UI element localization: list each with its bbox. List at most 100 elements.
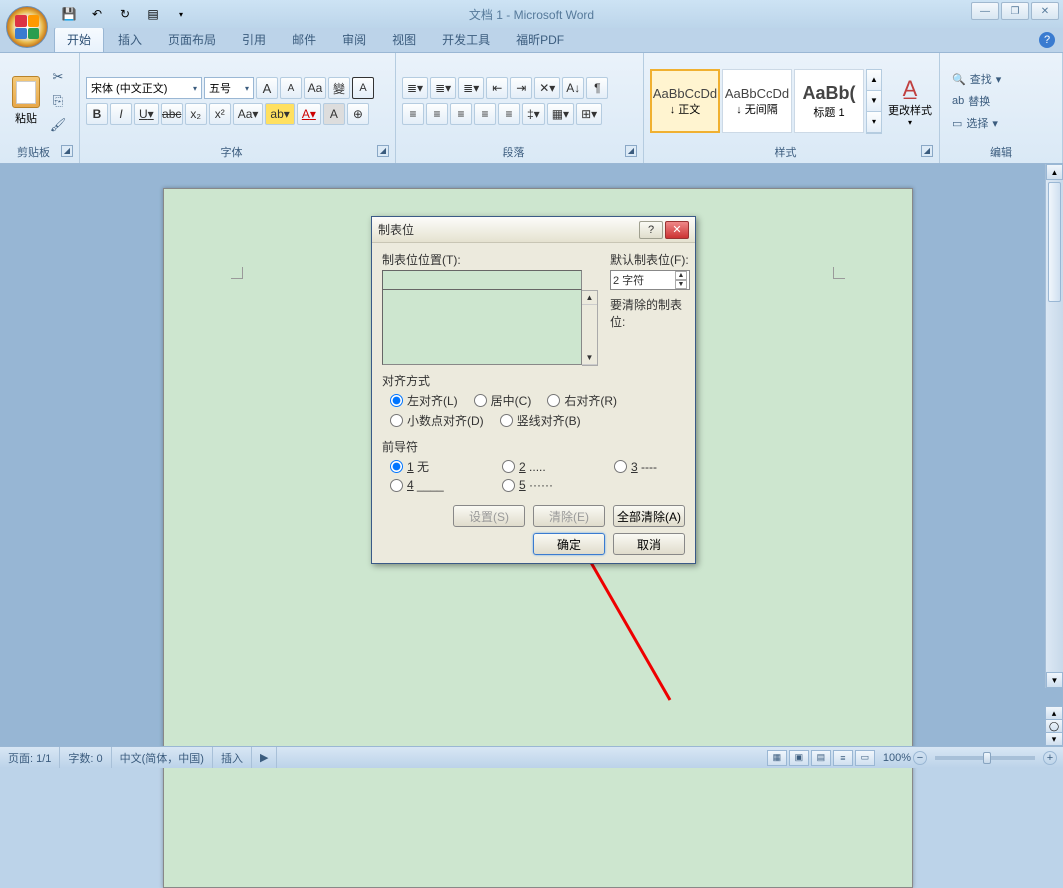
enclose-char-button[interactable]: ⊕	[347, 103, 369, 125]
clear-button[interactable]: 清除(E)	[533, 505, 605, 527]
view-draft-icon[interactable]: ▭	[855, 750, 875, 766]
styles-down-icon[interactable]: ▼	[867, 91, 881, 112]
style-no-spacing[interactable]: AaBbCcDd ↓ 无间隔	[722, 69, 792, 133]
maximize-button[interactable]: ❐	[1001, 2, 1029, 20]
office-button[interactable]	[6, 6, 48, 48]
view-fullscreen-icon[interactable]: ▣	[789, 750, 809, 766]
show-marks-button[interactable]: ¶	[586, 77, 608, 99]
set-button[interactable]: 设置(S)	[453, 505, 525, 527]
subscript-button[interactable]: x₂	[185, 103, 207, 125]
scroll-thumb[interactable]	[1048, 182, 1061, 302]
qat-customize-icon[interactable]: ▾	[170, 3, 192, 25]
zoom-slider-thumb[interactable]	[983, 752, 991, 764]
styles-gallery-scroll[interactable]: ▲ ▼ ▾	[866, 69, 882, 134]
cut-icon[interactable]: ✂	[48, 67, 68, 87]
view-print-layout-icon[interactable]: ▦	[767, 750, 787, 766]
list-scrollbar[interactable]: ▲▼	[582, 290, 598, 366]
numbering-button[interactable]: ≣▾	[430, 77, 456, 99]
style-normal[interactable]: AaBbCcDd ↓ 正文	[650, 69, 720, 133]
align-left-button[interactable]: ≡	[402, 103, 424, 125]
bold-button[interactable]: B	[86, 103, 108, 125]
underline-button[interactable]: U ▾	[134, 103, 159, 125]
select-button[interactable]: ▭选择 ▾	[948, 113, 1005, 133]
vertical-scrollbar[interactable]: ▲ ▼	[1045, 164, 1063, 688]
clipboard-launcher[interactable]: ◢	[61, 145, 73, 157]
prev-page-icon[interactable]: ▴	[1045, 706, 1063, 720]
align-left-radio[interactable]: 左对齐(L)	[390, 392, 458, 409]
status-macro-icon[interactable]: ▶	[252, 747, 277, 768]
align-right-button[interactable]: ≡	[450, 103, 472, 125]
multilevel-button[interactable]: ≣▾	[458, 77, 484, 99]
highlight-button[interactable]: ab▾	[265, 103, 294, 125]
default-tab-spinner[interactable]: 2 字符 ▲▼	[610, 270, 690, 290]
sort-button[interactable]: A↓	[562, 77, 584, 99]
tab-insert[interactable]: 插入	[106, 27, 154, 52]
style-heading1[interactable]: AaBb( 标题 1	[794, 69, 864, 133]
find-button[interactable]: 🔍查找 ▾	[948, 69, 1005, 89]
char-shading-button[interactable]: A	[323, 103, 345, 125]
tab-review[interactable]: 审阅	[330, 27, 378, 52]
status-page[interactable]: 页面: 1/1	[0, 747, 60, 768]
borders-button[interactable]: ⊞▾	[576, 103, 602, 125]
tab-mailings[interactable]: 邮件	[280, 27, 328, 52]
zoom-level[interactable]: 100%	[883, 752, 911, 764]
paragraph-launcher[interactable]: ◢	[625, 145, 637, 157]
leader-4-radio[interactable]: 4 ____	[390, 478, 486, 492]
dialog-help-button[interactable]: ?	[639, 221, 663, 239]
align-center-radio[interactable]: 居中(C)	[474, 392, 532, 409]
tab-foxit-pdf[interactable]: 福昕PDF	[504, 27, 576, 52]
shading-button[interactable]: ▦▾	[547, 103, 574, 125]
copy-icon[interactable]: ⎘	[48, 91, 68, 111]
align-decimal-radio[interactable]: 小数点对齐(D)	[390, 412, 484, 429]
align-bar-radio[interactable]: 竖线对齐(B)	[500, 412, 581, 429]
leader-1-radio[interactable]: 1 无	[390, 458, 486, 475]
decrease-indent-button[interactable]: ⇥	[510, 77, 532, 99]
change-case-button[interactable]: Aa▾	[233, 103, 264, 125]
view-outline-icon[interactable]: ≡	[833, 750, 853, 766]
strike-button[interactable]: abc	[161, 103, 183, 125]
minimize-button[interactable]: —	[971, 2, 999, 20]
phonetic-guide-button[interactable]: 變	[328, 77, 350, 99]
redo-icon[interactable]: ↻	[114, 3, 136, 25]
tab-view[interactable]: 视图	[380, 27, 428, 52]
increase-indent-button[interactable]: ⇤	[486, 77, 508, 99]
close-window-button[interactable]: ✕	[1031, 2, 1059, 20]
font-launcher[interactable]: ◢	[377, 145, 389, 157]
leader-3-radio[interactable]: 3 ----	[614, 458, 657, 475]
leader-2-radio[interactable]: 2 .....	[502, 458, 598, 475]
status-language[interactable]: 中文(简体，中国)	[112, 747, 213, 768]
status-insert-mode[interactable]: 插入	[213, 747, 252, 768]
font-name-combo[interactable]: 宋体 (中文正文)▾	[86, 77, 202, 99]
zoom-in-button[interactable]: +	[1043, 751, 1057, 765]
bullets-button[interactable]: ≣▾	[402, 77, 428, 99]
font-color-button[interactable]: A▾	[297, 103, 321, 125]
line-spacing-button[interactable]: ‡▾	[522, 103, 545, 125]
tab-position-list[interactable]	[382, 289, 582, 365]
help-icon[interactable]: ?	[1039, 32, 1055, 48]
save-icon[interactable]: 💾	[58, 3, 80, 25]
shrink-font-button[interactable]: A	[280, 77, 302, 99]
clear-format-button[interactable]: Aa	[304, 77, 326, 99]
browse-object-icon[interactable]: ◯	[1045, 719, 1063, 733]
tab-position-input[interactable]	[382, 270, 582, 290]
char-border-button[interactable]: A	[352, 77, 374, 99]
superscript-button[interactable]: x²	[209, 103, 231, 125]
font-size-combo[interactable]: 五号▾	[204, 77, 254, 99]
change-styles-button[interactable]: A̲ 更改样式 ▾	[888, 69, 932, 133]
align-center-button[interactable]: ≡	[426, 103, 448, 125]
zoom-out-button[interactable]: −	[913, 751, 927, 765]
scroll-down-icon[interactable]: ▼	[1046, 672, 1063, 688]
styles-up-icon[interactable]: ▲	[867, 70, 881, 91]
cancel-button[interactable]: 取消	[613, 533, 685, 555]
zoom-slider[interactable]	[935, 756, 1035, 760]
replace-button[interactable]: ab替换	[948, 91, 1005, 111]
dialog-titlebar[interactable]: 制表位 ? ✕	[372, 217, 695, 243]
justify-button[interactable]: ≡	[474, 103, 496, 125]
italic-button[interactable]: I	[110, 103, 132, 125]
styles-more-icon[interactable]: ▾	[867, 112, 881, 133]
undo-icon[interactable]: ↶	[86, 3, 108, 25]
paste-button[interactable]: 粘贴	[6, 66, 46, 136]
ok-button[interactable]: 确定	[533, 533, 605, 555]
format-painter-icon[interactable]: 🖌	[48, 115, 68, 135]
dialog-close-button[interactable]: ✕	[665, 221, 689, 239]
